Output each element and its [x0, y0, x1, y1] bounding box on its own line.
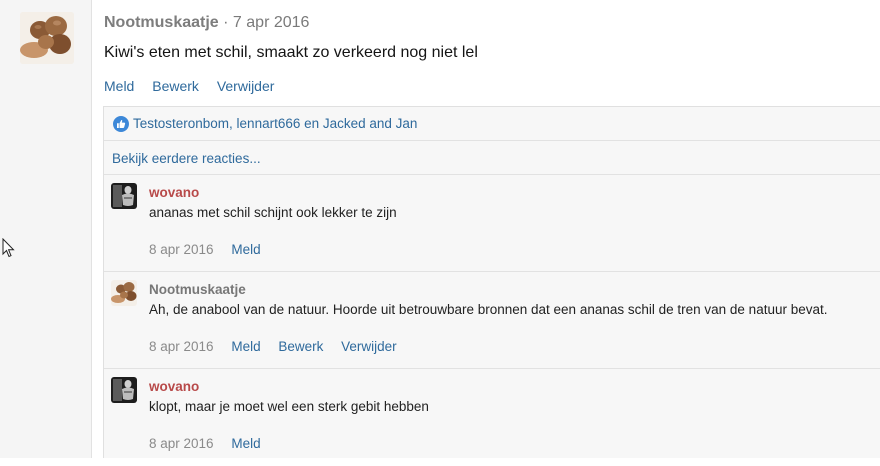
post-body: Kiwi's eten met schil, smaakt zo verkeer…	[104, 44, 478, 61]
earlier-comments-row: Bekijk eerdere reacties...	[104, 141, 880, 175]
avatar[interactable]	[111, 377, 137, 403]
comment-author[interactable]: Nootmuskaatje	[149, 282, 246, 297]
post-header: Nootmuskaatje · 7 apr 2016	[104, 14, 309, 32]
view-earlier-comments-link[interactable]: Bekijk eerdere reacties...	[112, 151, 261, 166]
likes-row: Testosteronbom, lennart666 en Jacked and…	[104, 107, 880, 141]
header-separator: ·	[218, 14, 233, 31]
report-button[interactable]: Meld	[231, 339, 260, 354]
comment-author[interactable]: wovano	[149, 185, 199, 200]
edit-button[interactable]: Bewerk	[278, 339, 323, 354]
likes-list[interactable]: Testosteronbom, lennart666 en Jacked and…	[133, 116, 417, 131]
comment-date[interactable]: 8 apr 2016	[149, 339, 214, 354]
post-author[interactable]: Nootmuskaatje	[104, 14, 219, 31]
left-rail	[0, 0, 92, 458]
comment-author[interactable]: wovano	[149, 379, 199, 394]
avatar[interactable]	[20, 12, 74, 64]
comment-text: Ah, de anabool van de natuur. Hoorde uit…	[149, 302, 828, 317]
comment-meta: 8 apr 2016 Meld Bewerk Verwijder	[149, 339, 411, 354]
comment-date[interactable]: 8 apr 2016	[149, 436, 214, 451]
comment-meta: 8 apr 2016 Meld	[149, 436, 275, 451]
mouse-pointer-icon	[2, 237, 16, 258]
comment: wovano ananas met schil schijnt ook lekk…	[104, 175, 880, 272]
report-button[interactable]: Meld	[231, 436, 260, 451]
delete-button[interactable]: Verwijder	[217, 78, 275, 94]
comment-text: ananas met schil schijnt ook lekker te z…	[149, 205, 397, 220]
comment-date[interactable]: 8 apr 2016	[149, 242, 214, 257]
report-button[interactable]: Meld	[104, 78, 134, 94]
comment-text: klopt, maar je moet wel een sterk gebit …	[149, 399, 429, 414]
comment: wovano klopt, maar je moet wel een sterk…	[104, 369, 880, 466]
post-actions: Meld Bewerk Verwijder	[104, 78, 288, 94]
report-button[interactable]: Meld	[231, 242, 260, 257]
avatar[interactable]	[111, 280, 137, 306]
reactions-panel: Testosteronbom, lennart666 en Jacked and…	[103, 106, 880, 458]
post-date[interactable]: 7 apr 2016	[233, 14, 310, 31]
thumbs-up-icon	[113, 116, 129, 132]
delete-button[interactable]: Verwijder	[341, 339, 397, 354]
comment-meta: 8 apr 2016 Meld	[149, 242, 275, 257]
comment: Nootmuskaatje Ah, de anabool van de natu…	[104, 272, 880, 369]
avatar[interactable]	[111, 183, 137, 209]
edit-button[interactable]: Bewerk	[152, 78, 199, 94]
